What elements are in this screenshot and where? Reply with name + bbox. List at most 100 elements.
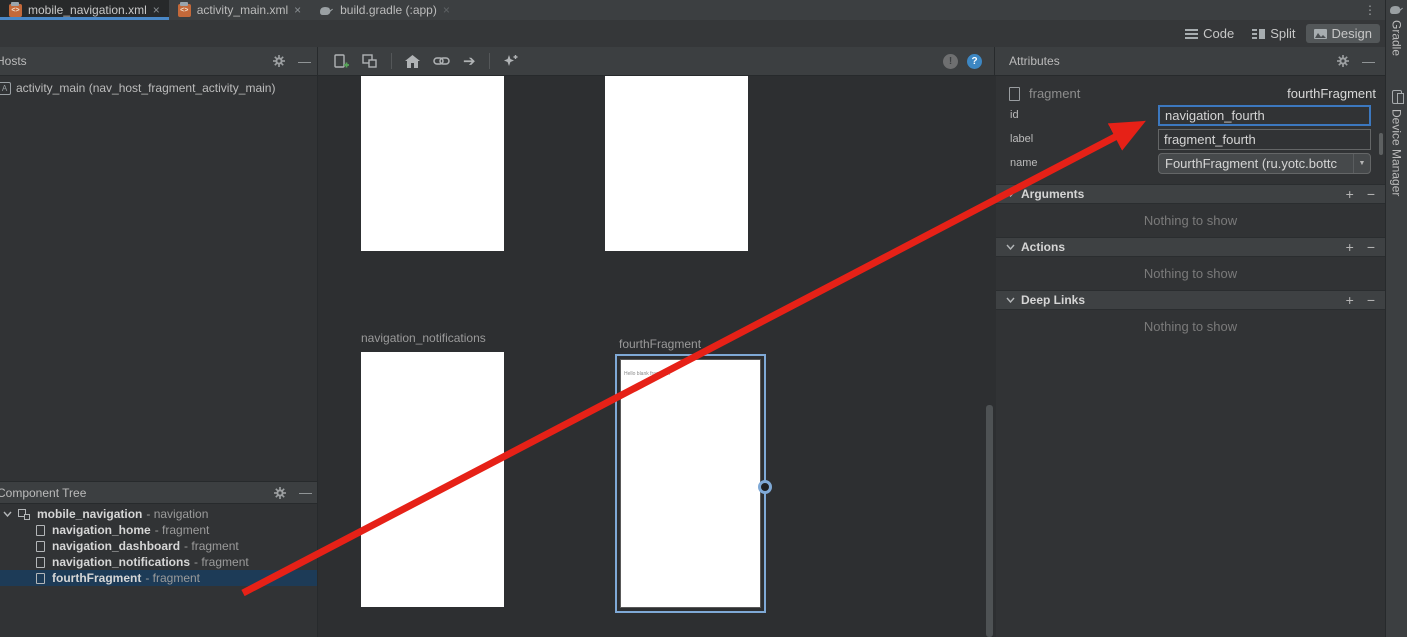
attribute-row-label: label fragment_fourth <box>996 128 1385 152</box>
tab-label: build.gradle (:app) <box>340 3 437 17</box>
attribute-sections: Arguments + − Nothing to show Actions + … <box>996 184 1385 343</box>
remove-icon[interactable]: − <box>1367 293 1375 307</box>
action-arrow-icon[interactable]: ➔ <box>463 54 476 69</box>
design-surface[interactable]: navigation_notifications fourthFragment … <box>319 76 995 637</box>
xml-file-icon: <> <box>9 4 22 17</box>
gradle-icon <box>319 5 334 16</box>
tab-mobile-navigation[interactable]: <> mobile_navigation.xml × <box>0 0 169 20</box>
name-field-label: name <box>1010 157 1038 169</box>
chevron-down-icon <box>1006 191 1015 197</box>
remove-icon[interactable]: − <box>1367 187 1375 201</box>
xml-file-icon: <> <box>178 4 191 17</box>
assign-start-destination-icon[interactable] <box>405 55 420 68</box>
host-item-activity-main[interactable]: A activity_main (nav_host_fragment_activ… <box>0 81 317 95</box>
actions-section-header[interactable]: Actions + − <box>996 237 1385 257</box>
close-icon[interactable]: × <box>443 4 450 16</box>
attributes-panel-header: Attributes — <box>995 47 1385 75</box>
tree-item-mobile-navigation[interactable]: mobile_navigation - navigation <box>0 506 318 522</box>
label-field-input[interactable]: fragment_fourth <box>1158 129 1371 150</box>
tree-item-navigation-dashboard[interactable]: navigation_dashboard - fragment <box>0 538 318 554</box>
gradle-tool-button[interactable]: Gradle <box>1390 20 1404 56</box>
device-manager-tool-button[interactable]: Device Manager <box>1390 109 1404 196</box>
tab-build-gradle[interactable]: build.gradle (:app) × <box>310 0 459 20</box>
help-icon[interactable]: ? <box>967 54 982 69</box>
add-destination-icon[interactable] <box>334 54 349 69</box>
destination-label-fourth[interactable]: fourthFragment <box>619 337 701 351</box>
component-tree-header: Component Tree — <box>0 481 318 504</box>
code-view-label: Code <box>1203 26 1234 41</box>
destination-preview-dashboard[interactable] <box>605 76 748 251</box>
section-title: Deep Links <box>1021 293 1085 307</box>
hosts-panel-title: Hosts <box>0 54 27 68</box>
destination-preview-fourth-selected[interactable]: Hello blank fragment <box>615 354 766 613</box>
design-view-icon <box>1314 29 1327 39</box>
remove-icon[interactable]: − <box>1367 240 1375 254</box>
code-view-button[interactable]: Code <box>1177 24 1242 43</box>
hide-panel-icon[interactable]: — <box>299 486 312 499</box>
nested-graph-icon[interactable] <box>362 54 378 68</box>
design-view-button[interactable]: Design <box>1306 24 1380 43</box>
component-tree: mobile_navigation - navigation navigatio… <box>0 506 318 586</box>
deep-links-section-header[interactable]: Deep Links + − <box>996 290 1385 310</box>
navigation-editor-toolbar: ➔ ! ? <box>318 47 995 75</box>
chevron-down-icon: ▼ <box>1353 154 1370 173</box>
id-field-input[interactable]: navigation_fourth <box>1158 105 1371 126</box>
add-icon[interactable]: + <box>1346 293 1354 307</box>
tree-item-type: - fragment <box>145 571 200 585</box>
more-options-icon[interactable]: ⋮ <box>1364 4 1376 16</box>
deep-link-icon[interactable] <box>433 56 450 66</box>
close-icon[interactable]: × <box>294 4 301 16</box>
fragment-icon <box>1009 87 1020 101</box>
hide-panel-icon[interactable]: — <box>298 55 311 68</box>
toolbar-separator <box>489 53 490 69</box>
toolbar-separator <box>391 53 392 69</box>
tree-item-name: navigation_home <box>52 523 151 537</box>
destination-preview-home[interactable] <box>361 76 504 251</box>
tab-label: activity_main.xml <box>197 3 288 17</box>
tree-item-type: - navigation <box>146 507 208 521</box>
errors-icon[interactable]: ! <box>943 54 958 69</box>
fragment-icon <box>36 525 45 536</box>
component-id: fourthFragment <box>1287 86 1376 101</box>
tab-activity-main[interactable]: <> activity_main.xml × <box>169 0 310 20</box>
attribute-row-id: id navigation_fourth <box>996 104 1385 128</box>
editor-mode-toolbar: Code Split Design <box>0 20 1385 47</box>
fragment-icon <box>36 573 45 584</box>
action-handle[interactable] <box>758 480 772 494</box>
canvas-vertical-scrollbar[interactable] <box>986 405 993 637</box>
auto-arrange-icon[interactable] <box>503 54 518 68</box>
design-view-label: Design <box>1332 26 1372 41</box>
close-icon[interactable]: × <box>153 4 160 16</box>
tree-item-navigation-notifications[interactable]: navigation_notifications - fragment <box>0 554 318 570</box>
destination-label-notifications[interactable]: navigation_notifications <box>361 331 486 345</box>
name-field-dropdown[interactable]: FourthFragment (ru.yotc.bottc ▼ <box>1158 153 1371 174</box>
tree-item-name: fourthFragment <box>52 571 141 585</box>
arguments-section-header[interactable]: Arguments + − <box>996 184 1385 204</box>
gear-icon[interactable] <box>272 54 286 68</box>
chevron-down-icon[interactable] <box>3 511 12 517</box>
code-view-icon <box>1185 29 1198 39</box>
tree-item-type: - fragment <box>184 539 239 553</box>
device-manager-icon[interactable] <box>1392 90 1402 104</box>
split-view-button[interactable]: Split <box>1244 24 1303 43</box>
label-field-label: label <box>1010 133 1033 145</box>
gear-icon[interactable] <box>1336 54 1350 68</box>
gradle-icon[interactable] <box>1389 4 1404 15</box>
hide-panel-icon[interactable]: — <box>1362 55 1375 68</box>
tree-item-type: - fragment <box>155 523 210 537</box>
add-icon[interactable]: + <box>1346 240 1354 254</box>
section-title: Actions <box>1021 240 1065 254</box>
tree-item-name: navigation_notifications <box>52 555 190 569</box>
attribute-row-name: name FourthFragment (ru.yotc.bottc ▼ <box>996 152 1385 176</box>
add-icon[interactable]: + <box>1346 187 1354 201</box>
selected-component-row: fragment fourthFragment <box>996 76 1385 104</box>
tree-item-navigation-home[interactable]: navigation_home - fragment <box>0 522 318 538</box>
component-type: fragment <box>1029 86 1080 101</box>
gear-icon[interactable] <box>273 486 287 500</box>
attributes-scrollbar[interactable] <box>1379 133 1383 155</box>
destination-preview-notifications[interactable] <box>361 352 504 607</box>
preview-hello-text: Hello blank fragment <box>624 371 670 377</box>
fragment-preview-content: Hello blank fragment <box>620 359 761 608</box>
split-view-icon <box>1252 29 1265 39</box>
tree-item-fourth-fragment[interactable]: fourthFragment - fragment <box>0 570 318 586</box>
